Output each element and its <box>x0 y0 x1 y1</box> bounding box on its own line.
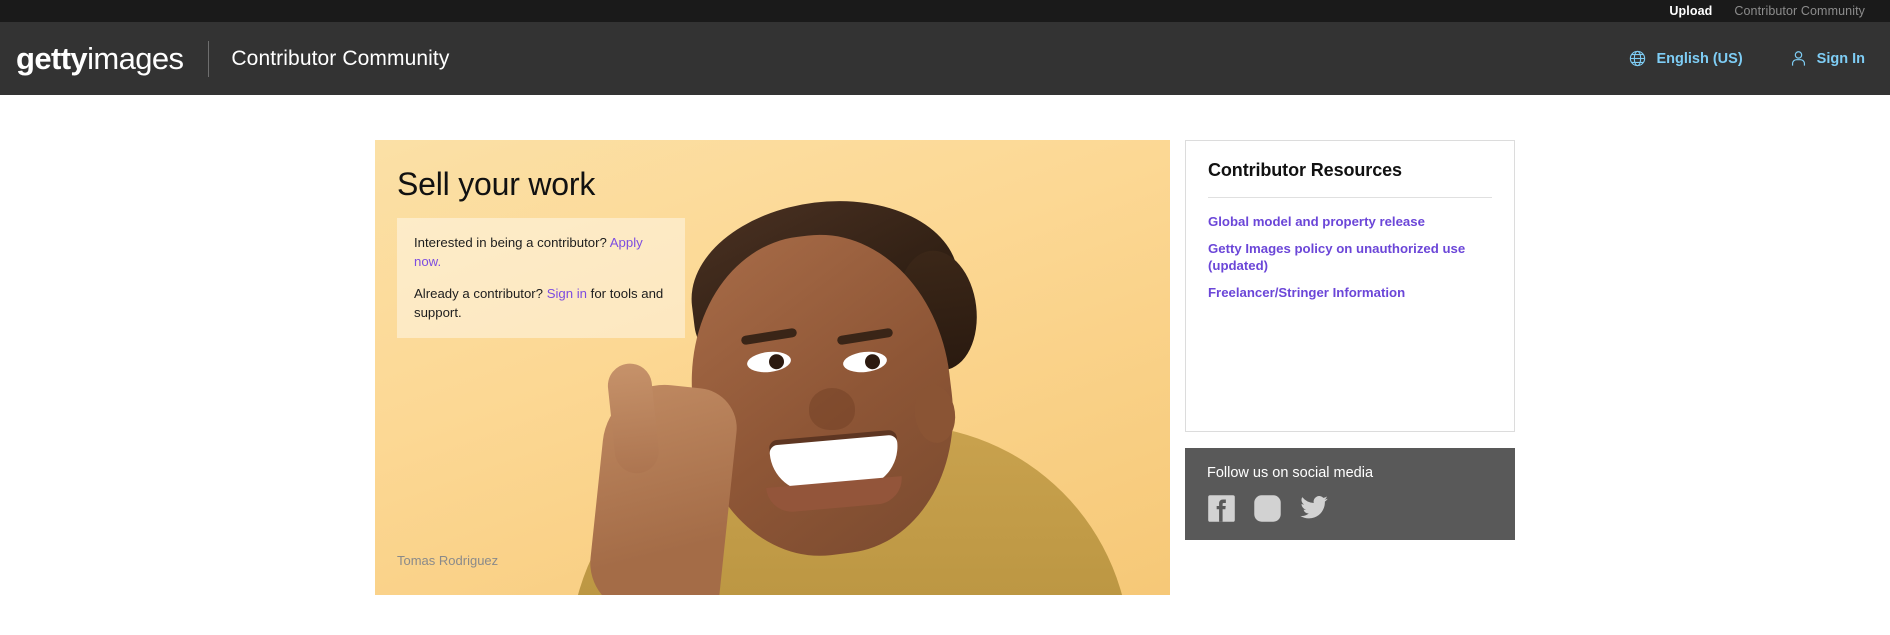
right-rail: Contributor Resources Global model and p… <box>1185 140 1515 540</box>
sign-in-link[interactable]: Sign in <box>547 286 587 301</box>
sign-in-label: Sign In <box>1816 50 1865 67</box>
brand-divider <box>208 40 210 77</box>
social-media-panel: Follow us on social media <box>1185 448 1515 540</box>
resource-link-global-model-release[interactable]: Global model and property release <box>1208 213 1492 231</box>
content-grid: Sell your work Interested in being a con… <box>375 140 1515 595</box>
sign-in-button[interactable]: Sign In <box>1789 49 1865 68</box>
page-title: Contributor Community <box>231 46 450 70</box>
hero-info-line-2-text-before: Already a contributor? <box>414 286 547 302</box>
hero-info-line-2: Already a contributor? Sign in for tools… <box>414 285 668 322</box>
hero-banner: Sell your work Interested in being a con… <box>375 140 1170 595</box>
facebook-icon <box>1207 494 1236 523</box>
resources-panel-divider <box>1208 197 1492 198</box>
hero-heading: Sell your work <box>397 166 596 202</box>
language-label: English (US) <box>1656 50 1743 67</box>
utility-bar: Upload Contributor Community <box>0 0 1890 22</box>
instagram-link[interactable] <box>1253 494 1282 523</box>
resources-panel-title: Contributor Resources <box>1208 160 1402 180</box>
resource-link-freelancer-stringer-info[interactable]: Freelancer/Stringer Information <box>1208 284 1492 302</box>
page-body: Sell your work Interested in being a con… <box>0 95 1890 635</box>
logo-text-bold: getty <box>16 41 88 76</box>
resource-link-unauthorized-use-policy[interactable]: Getty Images policy on unauthorized use … <box>1208 240 1492 275</box>
globe-icon <box>1628 49 1647 68</box>
brand-zone: gettyimages Contributor Community <box>16 22 449 95</box>
twitter-link[interactable] <box>1299 493 1329 523</box>
language-selector[interactable]: English (US) <box>1628 49 1743 68</box>
resources-link-list: Global model and property release Getty … <box>1208 213 1492 301</box>
portrait-illustration <box>375 140 1170 595</box>
contributor-resources-panel: Contributor Resources Global model and p… <box>1185 140 1515 432</box>
utility-link-contributor-community[interactable]: Contributor Community <box>1734 4 1865 18</box>
getty-images-logo[interactable]: gettyimages <box>16 41 184 76</box>
header-actions: English (US) Sign In <box>1628 49 1865 68</box>
user-icon <box>1789 49 1808 68</box>
social-icon-list <box>1207 493 1493 523</box>
site-header: gettyimages Contributor Community Englis… <box>0 22 1890 95</box>
instagram-icon <box>1253 494 1282 523</box>
hero-info-line-1-text: Interested in being a contributor? <box>414 235 610 250</box>
hero-info-line-1: Interested in being a contributor? Apply… <box>414 234 668 271</box>
photo-credit: Tomas Rodriguez <box>397 553 499 568</box>
twitter-icon <box>1299 493 1329 523</box>
hero-info-box: Interested in being a contributor? Apply… <box>397 218 685 338</box>
social-panel-title: Follow us on social media <box>1207 465 1374 481</box>
logo-text-light: images <box>87 41 184 76</box>
utility-link-upload[interactable]: Upload <box>1669 4 1712 18</box>
hero-photo <box>375 140 1170 595</box>
facebook-link[interactable] <box>1207 494 1236 523</box>
